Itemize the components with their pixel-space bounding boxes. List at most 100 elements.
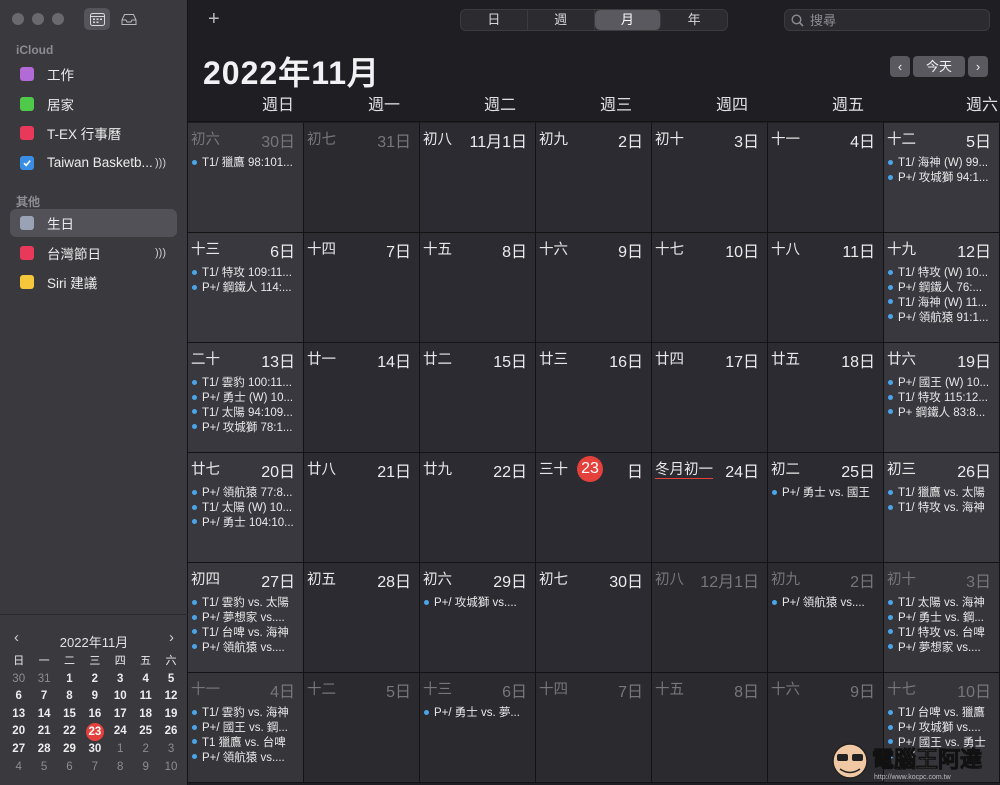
mini-day[interactable]: 30 [82,741,107,759]
checkbox-icon[interactable] [20,245,34,260]
calendar-item-icloud-1[interactable]: 居家 [10,90,177,118]
mini-day[interactable]: 5 [31,759,56,777]
view-tab-2[interactable]: 月 [594,10,662,30]
mini-day[interactable]: 11 [133,688,158,706]
mini-day[interactable]: 16 [82,706,107,724]
view-tab-3[interactable]: 年 [661,10,727,30]
day-cell[interactable]: 初六 29日 P+/ 攻城獅 vs.... [420,563,536,673]
day-cell[interactable]: 十三 6日 P+/ 勇士 vs. 夢... [420,673,536,783]
event-item[interactable]: P+/ 勇士 vs. 鋼... [888,610,995,625]
mini-day[interactable]: 8 [108,759,133,777]
day-cell[interactable]: 初七 30日 [536,563,652,673]
mini-day[interactable]: 18 [133,706,158,724]
event-item[interactable]: T1/ 獵鷹 vs. 太陽 [888,485,995,500]
mini-day[interactable]: 24 [108,723,133,741]
mini-day[interactable]: 29 [57,741,82,759]
calendar-item-other-2[interactable]: Siri 建議 [10,268,177,296]
mini-day[interactable]: 27 [6,741,31,759]
mini-day[interactable]: 22 [57,723,82,741]
event-item[interactable]: P+/ 鋼鐵人 114:... [192,280,299,295]
mini-day[interactable]: 10 [108,688,133,706]
event-item[interactable]: T1/ 特攻 vs. 台啤 [888,625,995,640]
mini-day[interactable]: 7 [31,688,56,706]
calendar-item-other-1[interactable]: 台灣節日))) [10,239,177,267]
day-cell[interactable]: 冬月初一 24日 [652,453,768,563]
event-item[interactable]: P+/ 攻城獅 vs.... [424,595,531,610]
day-cell[interactable]: 初四 27日 T1/ 雲豹 vs. 太陽 P+/ 夢想家 vs.... T1/ 台啤 v… [188,563,304,673]
mini-day[interactable]: 8 [57,688,82,706]
day-cell[interactable]: 十四 7日 [536,673,652,783]
today-button[interactable]: 今天 [913,56,965,77]
day-cell[interactable]: 初八 12月1日 [652,563,768,673]
mini-day[interactable]: 1 [108,741,133,759]
event-item[interactable]: P+/ 領航猿 vs.... [192,639,299,654]
checkbox-icon[interactable] [20,67,34,81]
view-tab-1[interactable]: 週 [528,10,595,30]
minimize-window-button[interactable] [32,13,44,25]
day-cell[interactable]: 廿七 20日 P+/ 領航猿 77:8... T1/ 太陽 (W) 10... P+/ … [188,453,304,563]
calendar-item-icloud-0[interactable]: 工作 [10,60,177,88]
event-item[interactable]: T1/ 雲豹 100:11... [192,375,299,390]
mini-day[interactable]: 25 [133,723,158,741]
event-item[interactable]: T1/ 雲豹 vs. 海神 [192,705,299,720]
day-cell[interactable]: 初八 11月1日 [420,123,536,233]
event-item[interactable]: P+/ 國王 (W) 10... [888,375,995,390]
event-item[interactable]: P+/ 鋼鐵人 76:... [888,280,995,295]
mini-day[interactable]: 17 [108,706,133,724]
event-item[interactable]: T1/ 太陽 94:109... [192,405,299,420]
calendar-item-icloud-2[interactable]: T-EX 行事曆 [10,119,177,147]
mini-day[interactable]: 21 [31,723,56,741]
event-item[interactable]: P+/ 夢想家 vs.... [192,610,299,625]
checkbox-icon[interactable] [20,216,34,230]
event-item[interactable]: P+/ 勇士 vs. 夢... [424,705,531,720]
checkbox-icon[interactable] [20,96,34,111]
view-tab-0[interactable]: 日 [461,10,528,30]
day-cell[interactable]: 初三 26日 T1/ 獵鷹 vs. 太陽 T1/ 特攻 vs. 海神 [884,453,1000,563]
mini-day-today[interactable]: 23 [82,723,107,742]
day-cell[interactable]: 廿三 16日 [536,343,652,453]
day-cell[interactable]: 十一 4日 T1/ 雲豹 vs. 海神 P+/ 國王 vs. 鋼... T1 獵鷹 vs… [188,673,304,783]
event-item[interactable]: T1/ 海神 (W) 11... [888,295,995,310]
day-cell[interactable]: 十九 12日 T1/ 特攻 (W) 10... P+/ 鋼鐵人 76:... T1/ 海… [884,233,1000,343]
event-item[interactable]: P+/ 領航猿 vs.... [772,595,879,610]
search-field[interactable] [784,9,990,31]
day-cell[interactable]: 廿一 14日 [304,343,420,453]
event-item[interactable]: T1/ 太陽 vs. 海神 [888,595,995,610]
mini-day[interactable]: 26 [158,723,183,741]
mini-day[interactable]: 13 [6,706,31,724]
event-item[interactable]: P+/ 攻城獅 vs.... [888,720,995,735]
mini-day[interactable]: 9 [82,688,107,706]
day-cell[interactable]: 廿八 21日 [304,453,420,563]
day-cell[interactable]: 十五 8日 [652,673,768,783]
day-cell[interactable]: 十二 5日 T1/ 海神 (W) 99... P+/ 攻城獅 94:1... [884,123,1000,233]
day-cell[interactable]: 廿六 19日 P+/ 國王 (W) 10... T1/ 特攻 115:12... P+ … [884,343,1000,453]
checkbox-icon[interactable] [20,126,34,140]
day-cell[interactable]: 十四 7日 [304,233,420,343]
event-item[interactable]: T1/ 特攻 109:11... [192,265,299,280]
mini-day[interactable]: 6 [6,688,31,706]
event-item[interactable]: T1/ 特攻 vs. 海神 [888,500,995,515]
checkbox-checked-icon[interactable] [20,155,34,170]
mini-day[interactable]: 31 [31,671,56,689]
mini-day[interactable]: 7 [82,759,107,777]
event-item[interactable]: T1/ 特攻 (W) 10... [888,265,995,280]
day-cell[interactable]: 十五 8日 [420,233,536,343]
event-item[interactable]: P+/ 勇士 (W) 10... [192,390,299,405]
calendar-item-icloud-3[interactable]: Taiwan Basketb...))) [10,149,177,177]
next-month-button[interactable]: › [968,56,988,77]
day-cell[interactable]: 十六 9日 [536,233,652,343]
mini-next-month-button[interactable]: › [169,629,174,646]
mini-day[interactable]: 2 [82,671,107,689]
add-event-button[interactable]: + [208,8,220,31]
mini-day[interactable]: 20 [6,723,31,741]
event-item[interactable]: T1/ 獵鷹 98:101... [192,155,299,170]
mini-day[interactable]: 4 [6,759,31,777]
day-cell[interactable]: 十八 11日 [768,233,884,343]
mini-day[interactable]: 10 [158,759,183,777]
day-cell[interactable]: 初六 30日 T1/ 獵鷹 98:101... [188,123,304,233]
day-cell[interactable]: 廿四 17日 [652,343,768,453]
mini-day[interactable]: 12 [158,688,183,706]
event-item[interactable]: P+/ 攻城獅 78:1... [192,419,299,434]
day-cell[interactable]: 初九 2日 P+/ 領航猿 vs.... [768,563,884,673]
mini-day[interactable]: 9 [133,759,158,777]
